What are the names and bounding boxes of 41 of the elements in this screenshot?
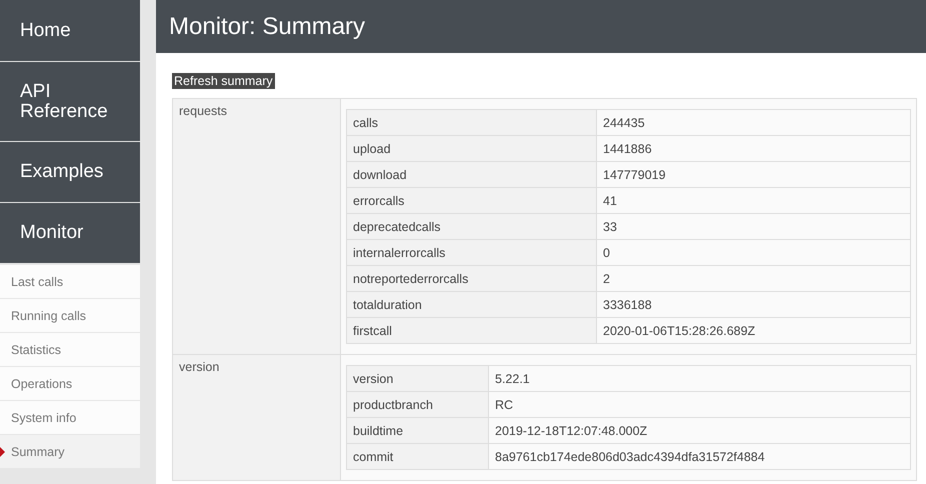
key-cell: internalerrorcalls xyxy=(346,240,596,266)
value-cell: 3336188 xyxy=(596,292,910,318)
key-cell: buildtime xyxy=(346,418,488,444)
value-cell: 2020-01-06T15:28:26.689Z xyxy=(596,318,910,344)
refresh-button[interactable]: Refresh summary xyxy=(172,73,275,89)
value-cell: 8a9761cb174ede806d03adc4394dfa31572f4884 xyxy=(488,444,910,470)
section-key-cell: version xyxy=(172,354,340,480)
key-cell: calls xyxy=(346,110,596,136)
key-cell: productbranch xyxy=(346,392,488,418)
subnav-item[interactable]: System info xyxy=(0,401,140,435)
key-cell: deprecatedcalls xyxy=(346,214,596,240)
value-cell: 2 xyxy=(596,266,910,292)
subnav-item[interactable]: Summary xyxy=(0,435,140,469)
subnav-item[interactable]: Last calls xyxy=(0,265,140,299)
nav-item[interactable]: API Reference xyxy=(0,62,140,141)
key-cell: download xyxy=(346,162,596,188)
key-cell: totalduration xyxy=(346,292,596,318)
subnav-item[interactable]: Statistics xyxy=(0,333,140,367)
key-cell: errorcalls xyxy=(346,188,596,214)
value-cell: 244435 xyxy=(596,110,910,136)
key-cell: firstcall xyxy=(346,318,596,344)
key-cell: upload xyxy=(346,136,596,162)
subnav-item[interactable]: Running calls xyxy=(0,299,140,333)
subnav-item[interactable]: Operations xyxy=(0,367,140,401)
key-cell: commit xyxy=(346,444,488,470)
selection-marker-icon xyxy=(0,447,5,457)
nav-item[interactable]: Home xyxy=(0,0,140,61)
value-cell: 0 xyxy=(596,240,910,266)
value-cell: 147779019 xyxy=(596,162,910,188)
value-cell: 33 xyxy=(596,214,910,240)
value-cell: 5.22.1 xyxy=(488,366,910,392)
section-key-cell: requests xyxy=(172,98,340,354)
value-cell: 41 xyxy=(596,188,910,214)
key-cell: version xyxy=(346,366,488,392)
value-cell: 1441886 xyxy=(596,136,910,162)
key-cell: notreportederrorcalls xyxy=(346,266,596,292)
page-title: Monitor: Summary xyxy=(156,0,926,53)
value-cell: 2019-12-18T12:07:48.000Z xyxy=(488,418,910,444)
nav-item[interactable]: Examples xyxy=(0,142,140,202)
value-cell: RC xyxy=(488,392,910,418)
nav-item[interactable]: Monitor xyxy=(0,203,140,263)
